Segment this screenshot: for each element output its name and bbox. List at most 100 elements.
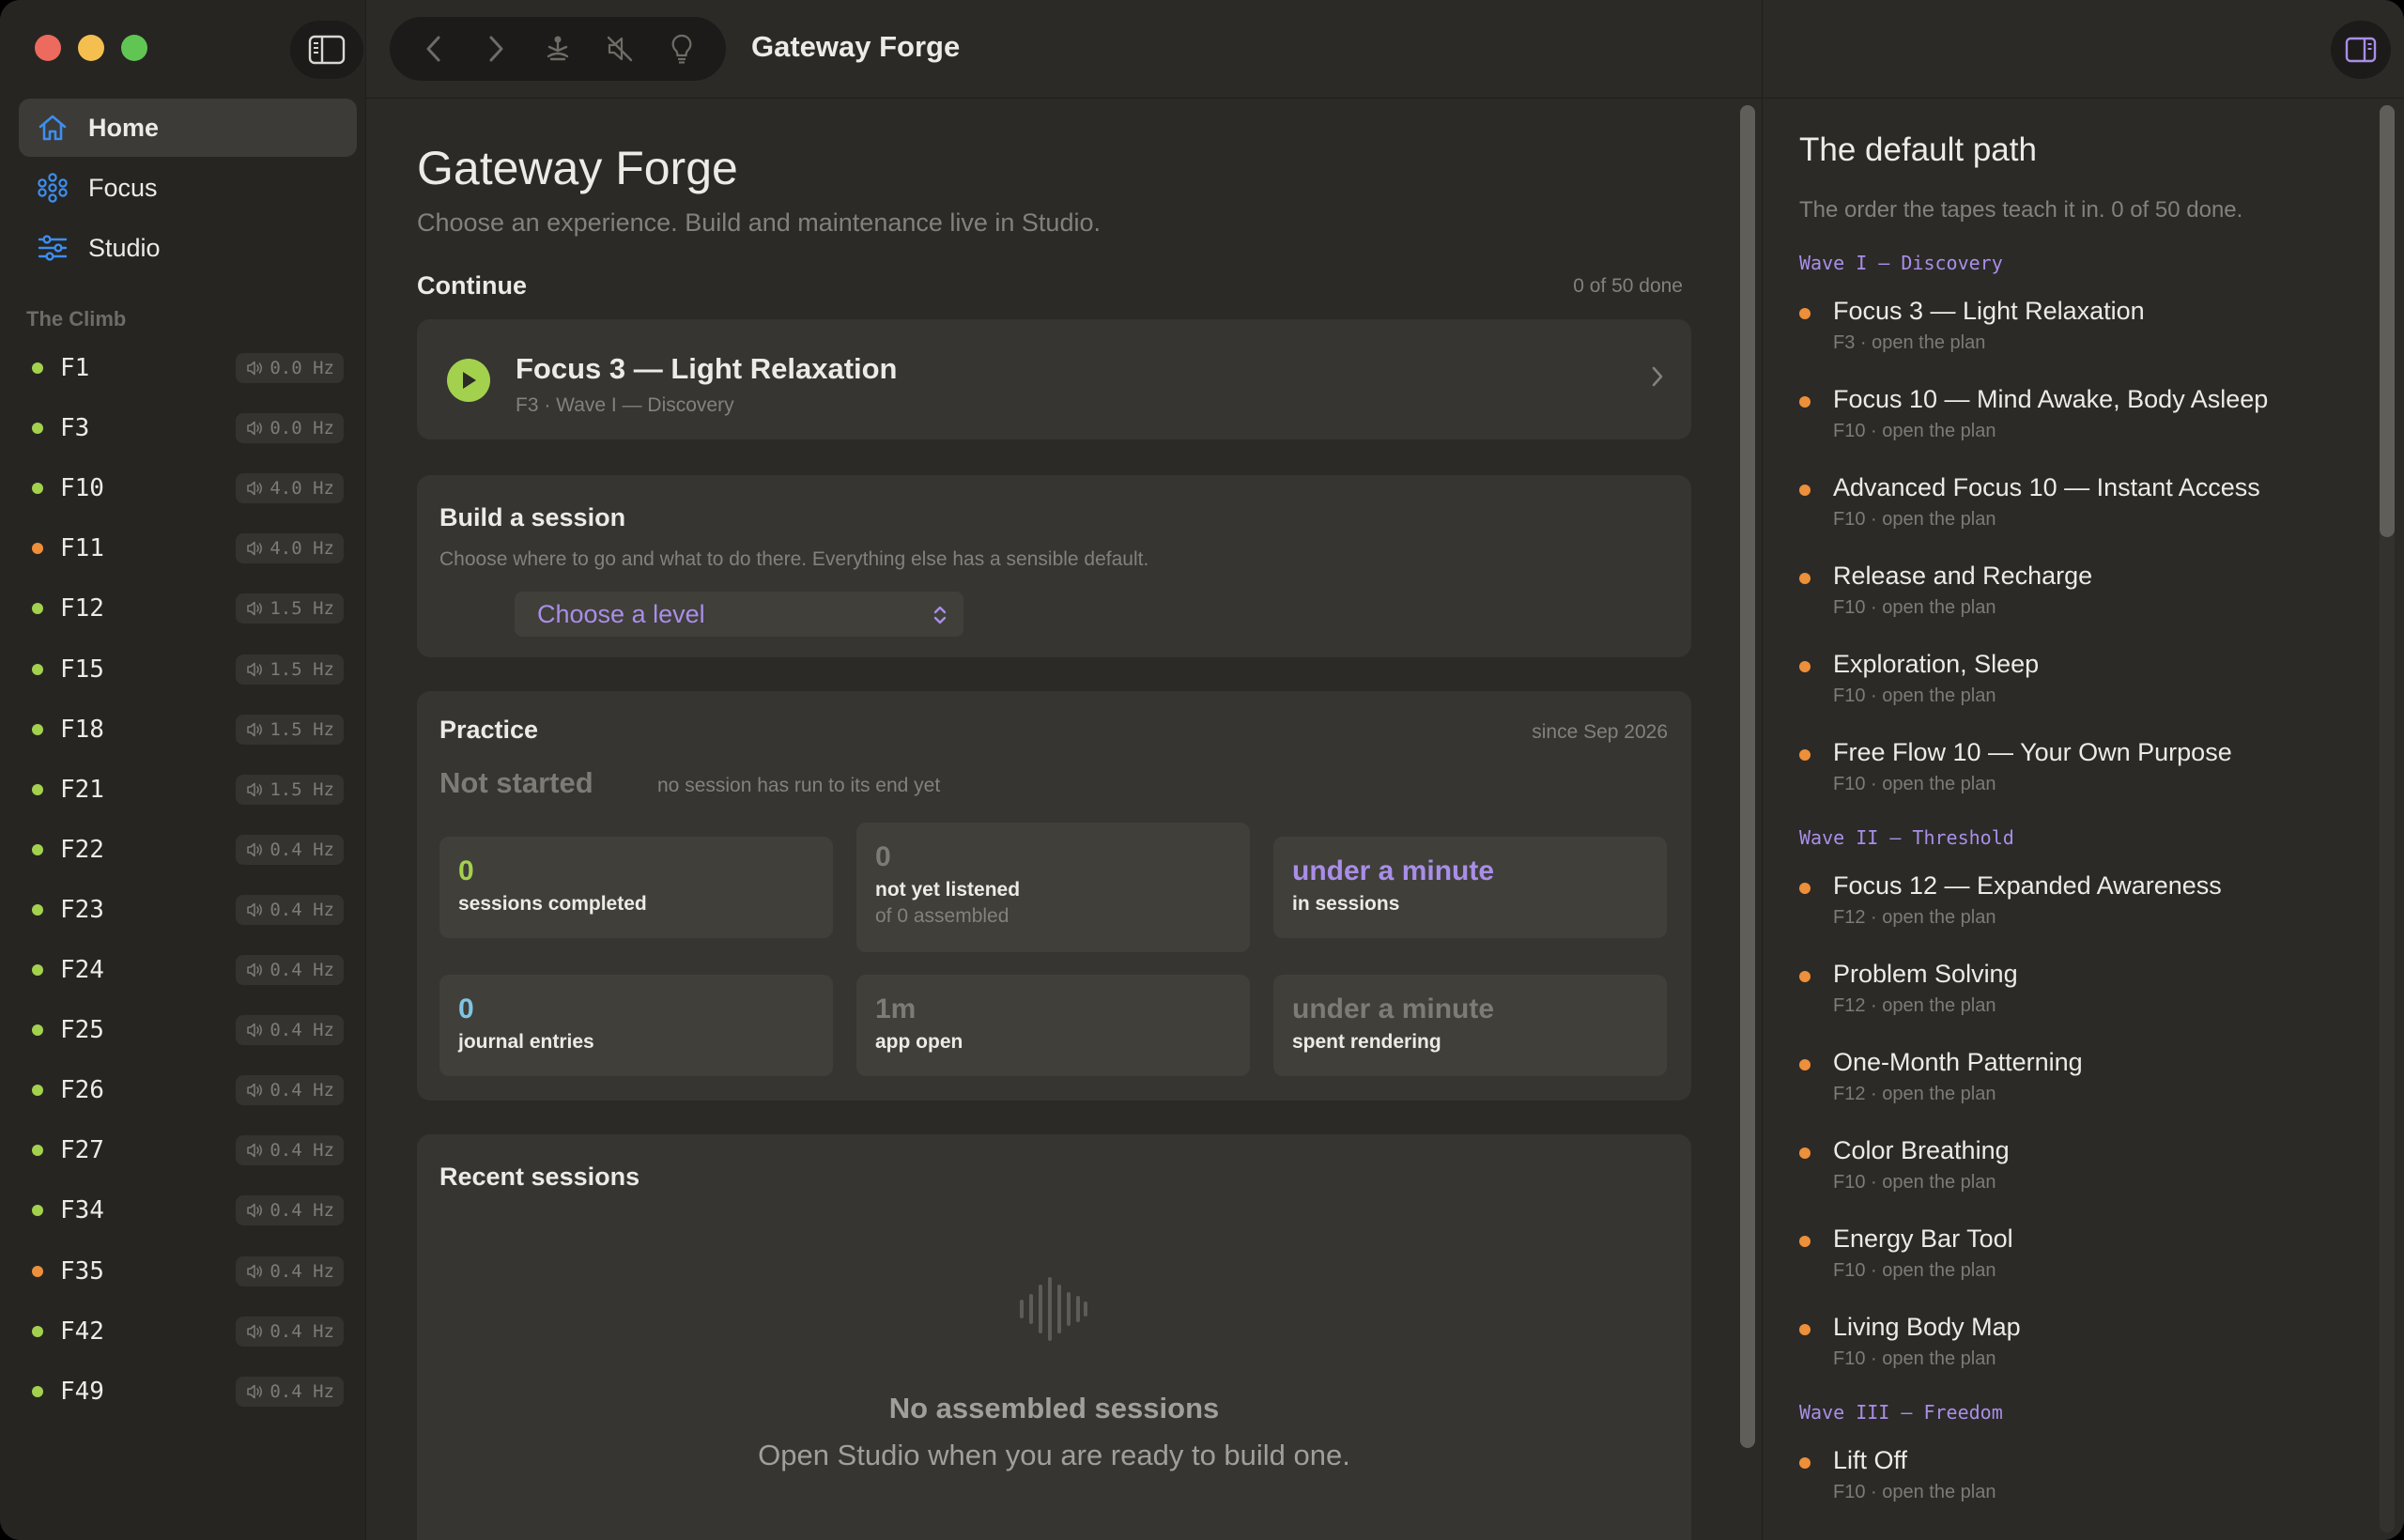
climb-row-f35[interactable]: F35 0.4 Hz [26,1253,346,1290]
frequency-badge: 0.4 Hz [236,955,344,985]
path-item[interactable]: Color Breathing F10 · open the plan [1799,1136,2363,1198]
frequency-value: 0.4 Hz [270,1380,334,1402]
status-dot [1799,1324,1811,1335]
stat-journal-entries: 0 journal entries [439,975,833,1076]
path-item-meta: F12 · open the plan [1833,907,1996,928]
path-item-title: Lift Off [1833,1446,1908,1474]
climb-name: F18 [60,715,104,744]
climb-row-f23[interactable]: F23 0.4 Hz [26,891,346,929]
path-item-title: Release and Recharge [1833,562,2093,590]
continue-heading: Continue [417,271,527,300]
status-dot [1799,749,1811,761]
path-item[interactable]: Focus 10 — Mind Awake, Body Asleep F10 · … [1799,385,2363,447]
forward-icon [489,36,503,62]
climb-row-f18[interactable]: F18 1.5 Hz [26,711,346,748]
panel-subtitle: The order the tapes teach it in. 0 of 50… [1799,197,2243,223]
climb-row-f3[interactable]: F3 0.0 Hz [26,409,346,447]
frequency-badge: 4.0 Hz [236,533,344,564]
speaker-icon [247,1144,263,1158]
status-dot [1799,1457,1811,1469]
path-item[interactable]: Release and Recharge F10 · open the plan [1799,562,2363,624]
climb-row-f26[interactable]: F26 0.4 Hz [26,1071,346,1109]
path-item[interactable]: Lift Off F10 · open the plan [1799,1446,2363,1508]
climb-row-f25[interactable]: F25 0.4 Hz [26,1011,346,1049]
frequency-badge: 1.5 Hz [236,593,344,624]
minimize-window-button[interactable] [78,35,104,61]
meditation-button[interactable] [537,28,578,69]
status-dot [32,1085,43,1097]
close-window-button[interactable] [35,35,61,61]
main-scrollbar[interactable] [1740,105,1755,1448]
path-item[interactable]: Focus 3 — Light Relaxation F3 · open the … [1799,297,2363,359]
build-session-description: Choose where to go and what to do there.… [439,548,1149,570]
continue-card[interactable]: Focus 3 — Light Relaxation F3 · Wave I —… [417,319,1691,439]
practice-status-note: no session has run to its end yet [657,775,941,796]
stat-sessions-completed: 0 sessions completed [439,837,833,938]
lightbulb-button[interactable] [661,28,702,69]
climb-name: F15 [60,654,104,684]
forward-button[interactable] [475,28,516,69]
path-item-meta: F10 · open the plan [1833,1348,1996,1369]
status-dot [32,1024,43,1037]
climb-row-f42[interactable]: F42 0.4 Hz [26,1313,346,1350]
panel-scrollbar[interactable] [2380,105,2395,537]
status-dot [32,783,43,795]
climb-row-f21[interactable]: F21 1.5 Hz [26,771,346,808]
sidebar-item-home[interactable]: Home [19,99,357,157]
stat-label: spent rendering [1292,1031,1441,1053]
play-button[interactable] [447,359,490,402]
status-dot [32,543,43,555]
mute-button[interactable] [599,28,640,69]
status-dot [32,964,43,976]
climb-row-f22[interactable]: F22 0.4 Hz [26,831,346,869]
path-item[interactable]: Living Body Map F10 · open the plan [1799,1313,2363,1375]
empty-state-title: No assembled sessions [888,1392,1220,1424]
zoom-window-button[interactable] [121,35,147,61]
frequency-value: 0.4 Hz [270,1200,334,1222]
status-dot [1799,308,1811,319]
lightbulb-icon [671,34,692,64]
level-select[interactable]: Choose a level [515,592,963,637]
status-dot [32,423,43,435]
inspector-toggle-button[interactable] [2331,21,2391,79]
frequency-value: 0.4 Hz [270,899,334,920]
path-item[interactable]: Advanced Focus 10 — Instant Access F10 · … [1799,473,2363,535]
path-item[interactable]: Exploration, Sleep F10 · open the plan [1799,650,2363,712]
frequency-badge: 0.0 Hz [236,353,344,383]
climb-name: F10 [60,474,104,503]
sidebar: Home Focus Studio The Climb F1 0.0 Hz F3… [0,0,366,1540]
default-path-panel: The default path The order the tapes tea… [1762,0,2404,1540]
climb-row-f27[interactable]: F27 0.4 Hz [26,1132,346,1169]
stat-value: 0 [458,855,474,886]
panel-title: The default path [1799,131,2037,168]
climb-row-f15[interactable]: F15 1.5 Hz [26,651,346,688]
back-icon [426,36,440,62]
play-icon [463,372,476,389]
sidebar-item-studio[interactable]: Studio [19,219,357,277]
frequency-value: 0.0 Hz [270,358,334,378]
stat-label: app open [875,1031,963,1053]
path-item[interactable]: Free Flow 10 — Your Own Purpose F10 · ope… [1799,738,2363,800]
path-item-meta: F10 · open the plan [1833,1482,1996,1502]
path-item[interactable]: Focus 12 — Expanded Awareness F12 · open … [1799,871,2363,933]
path-item[interactable]: Problem Solving F12 · open the plan [1799,960,2363,1022]
path-item-meta: F10 · open the plan [1833,1172,1996,1193]
climb-row-f11[interactable]: F11 4.0 Hz [26,530,346,567]
sidebar-toggle-button[interactable] [290,21,363,79]
status-dot [1799,883,1811,894]
status-dot [1799,661,1811,672]
back-button[interactable] [413,28,455,69]
climb-row-f12[interactable]: F12 1.5 Hz [26,590,346,627]
sidebar-item-label: Studio [88,233,161,262]
sidebar-item-focus[interactable]: Focus [19,159,357,217]
path-item[interactable]: Energy Bar Tool F10 · open the plan [1799,1224,2363,1286]
path-item[interactable]: One-Month Patterning F12 · open the plan [1799,1048,2363,1110]
climb-row-f24[interactable]: F24 0.4 Hz [26,951,346,989]
frequency-value: 0.4 Hz [270,1320,334,1342]
sidebar-item-label: Home [88,113,160,142]
frequency-badge: 0.4 Hz [236,834,344,865]
climb-row-f10[interactable]: F10 4.0 Hz [26,470,346,507]
climb-row-f34[interactable]: F34 0.4 Hz [26,1192,346,1229]
climb-row-f1[interactable]: F1 0.0 Hz [26,349,346,387]
climb-row-f49[interactable]: F49 0.4 Hz [26,1373,346,1410]
